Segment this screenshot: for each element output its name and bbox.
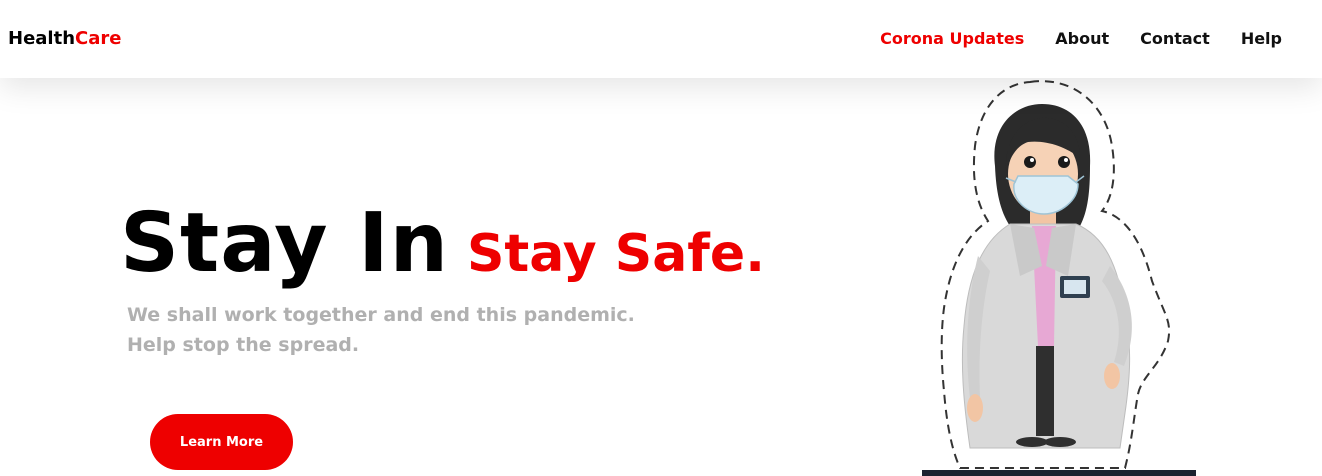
brand-logo[interactable]: HealthCare	[8, 27, 121, 51]
nav-link-help[interactable]: Help	[1241, 28, 1282, 50]
brand-name-part1: Health	[8, 28, 76, 49]
hero-title: Stay In Stay Safe.	[120, 196, 765, 291]
hero-title-main: Stay In	[120, 196, 449, 291]
learn-more-button[interactable]: Learn More	[150, 414, 293, 470]
hero-subtitle-line2: Help stop the spread.	[127, 334, 360, 356]
brand-name-part2: Care	[75, 28, 122, 49]
hero-subtitle: We shall work together and end this pand…	[127, 300, 635, 360]
nav-link-about[interactable]: About	[1055, 28, 1109, 50]
nav-link-contact[interactable]: Contact	[1140, 28, 1210, 50]
hero-subtitle-line1: We shall work together and end this pand…	[127, 304, 635, 326]
top-navbar: HealthCare Corona Updates About Contact …	[0, 0, 1322, 78]
nav-link-corona-updates[interactable]: Corona Updates	[880, 28, 1024, 50]
doctor-with-mask-illustration	[922, 80, 1196, 476]
hero-title-accent: Stay Safe.	[466, 224, 765, 284]
nav-menu: Corona Updates About Contact Help	[880, 28, 1282, 50]
